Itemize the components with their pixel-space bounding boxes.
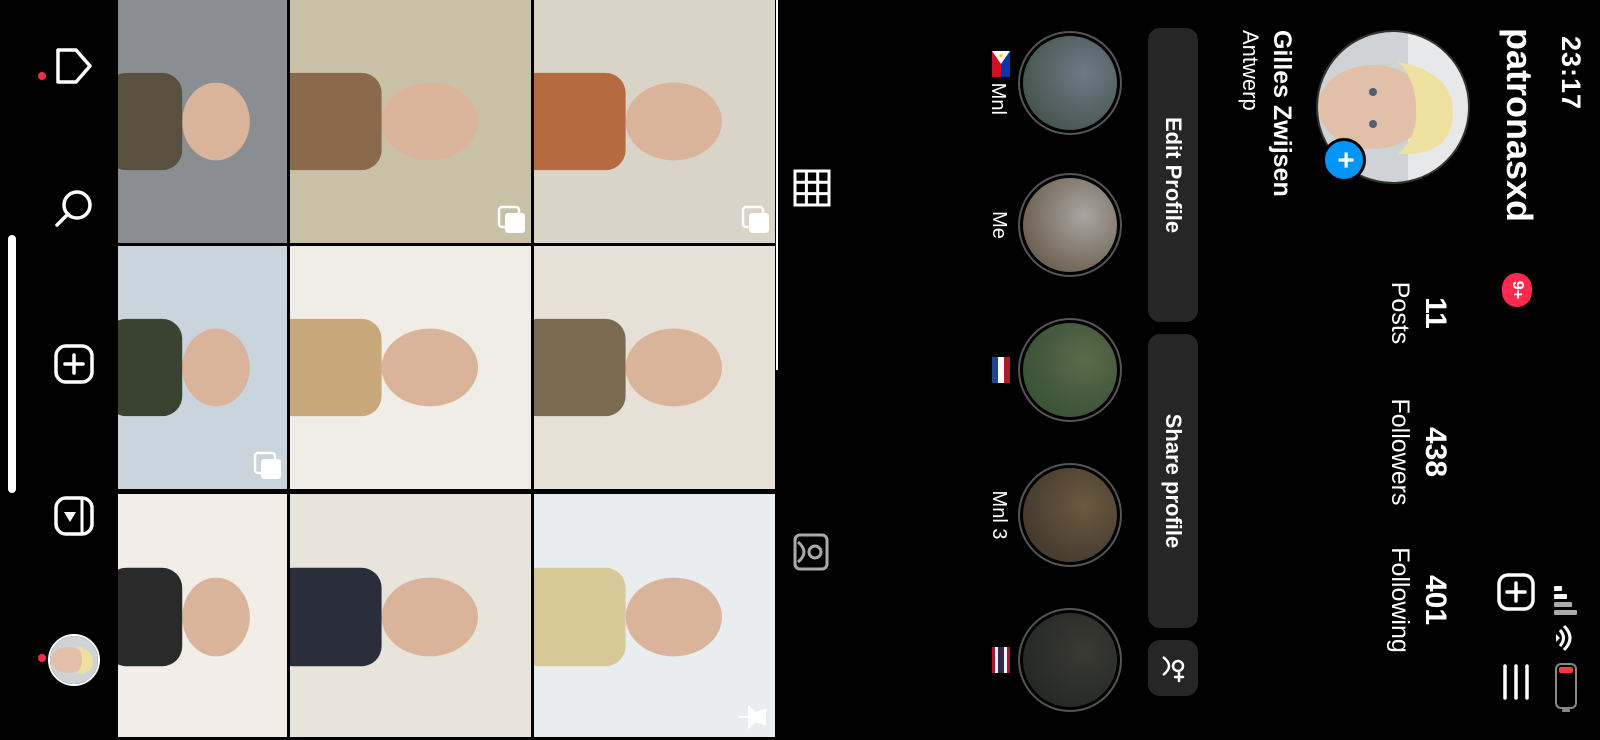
reels-icon[interactable]	[52, 494, 96, 538]
flag-nl-icon	[987, 357, 1010, 383]
stat-label: Posts	[1386, 281, 1414, 345]
activity-dot	[38, 72, 46, 80]
grid-post[interactable]	[290, 0, 531, 243]
highlight-cover	[1023, 613, 1117, 707]
post-thumbnail	[118, 494, 287, 737]
highlight-item[interactable]	[986, 315, 1122, 425]
post-thumbnail	[534, 494, 775, 737]
profile-full-name: Gilles Zwijsen	[1268, 30, 1296, 197]
highlight-label	[986, 315, 1010, 425]
edit-profile-button[interactable]: Edit Profile	[1148, 28, 1198, 322]
profile-location: Antwerp	[1238, 30, 1263, 111]
add-person-icon	[1162, 656, 1185, 683]
highlight-label-text: Mnl	[987, 82, 1009, 115]
highlight-label: Mnl	[986, 28, 1010, 138]
add-story-button[interactable]: +	[1322, 138, 1366, 182]
highlight-label	[986, 605, 1010, 715]
grid-post[interactable]	[118, 494, 287, 737]
highlight-cover	[1023, 178, 1117, 272]
highlight-item[interactable]: Mnl 3	[987, 460, 1122, 570]
activity-dot	[38, 654, 46, 662]
post-thumbnail	[290, 246, 531, 489]
discover-people-button[interactable]	[1148, 640, 1198, 696]
stat-followers[interactable]: 438 Followers	[1385, 392, 1452, 512]
profile-avatar[interactable]	[48, 634, 100, 686]
post-thumbnail	[290, 494, 531, 737]
hamburger-icon[interactable]	[1496, 662, 1536, 702]
stat-value: 401	[1419, 574, 1452, 626]
grid-post[interactable]	[118, 0, 287, 243]
stat-label: Followers	[1386, 398, 1414, 506]
active-tab-indicator	[776, 0, 778, 370]
profile-username[interactable]: patronasxd	[1498, 28, 1540, 222]
home-indicator[interactable]	[8, 235, 16, 493]
grid-post[interactable]	[290, 494, 531, 737]
nav-avatar-photo	[50, 636, 98, 684]
grid-post[interactable]	[534, 246, 775, 489]
highlight-cover	[1023, 36, 1117, 130]
stat-value: 438	[1419, 426, 1452, 478]
posts-grid	[118, 0, 775, 740]
status-icons	[1554, 586, 1577, 712]
highlight-cover	[1023, 468, 1117, 562]
post-thumbnail	[534, 246, 775, 489]
stat-posts[interactable]: 11 Posts	[1385, 268, 1452, 358]
status-time: 23:17	[1556, 36, 1586, 111]
post-thumbnail	[290, 0, 531, 243]
highlight-item[interactable]	[986, 605, 1122, 715]
post-thumbnail	[534, 0, 775, 243]
search-icon[interactable]	[52, 186, 96, 230]
flag-th-icon	[987, 647, 1010, 673]
home-icon[interactable]	[52, 44, 96, 88]
phone-screen: 23:17 patronasxd 9+ + 11 Posts 438 Follo…	[0, 0, 1600, 740]
stat-following[interactable]: 401 Following	[1385, 540, 1452, 660]
tagged-icon[interactable]	[792, 532, 832, 572]
grid-post[interactable]	[290, 246, 531, 489]
share-profile-button[interactable]: Share profile	[1148, 334, 1198, 628]
highlight-cover	[1023, 323, 1117, 417]
highlight-item[interactable]: Mnl	[986, 28, 1122, 138]
highlight-label: Mnl 3	[988, 490, 1010, 540]
post-thumbnail	[118, 246, 287, 489]
grid-post[interactable]	[534, 494, 775, 737]
highlight-item[interactable]: Me	[987, 170, 1122, 280]
grid-post[interactable]	[534, 0, 775, 243]
stat-label: Following	[1386, 547, 1414, 653]
create-icon[interactable]	[52, 342, 96, 386]
stat-value: 11	[1419, 297, 1452, 329]
notification-badge[interactable]: 9+	[1502, 273, 1532, 307]
grid-post[interactable]	[118, 246, 287, 489]
flag-ph-icon	[987, 51, 1010, 78]
grid-icon[interactable]	[792, 168, 832, 208]
highlight-label: Me	[988, 211, 1010, 239]
plus-square-icon[interactable]	[1496, 572, 1536, 612]
post-thumbnail	[118, 0, 287, 243]
